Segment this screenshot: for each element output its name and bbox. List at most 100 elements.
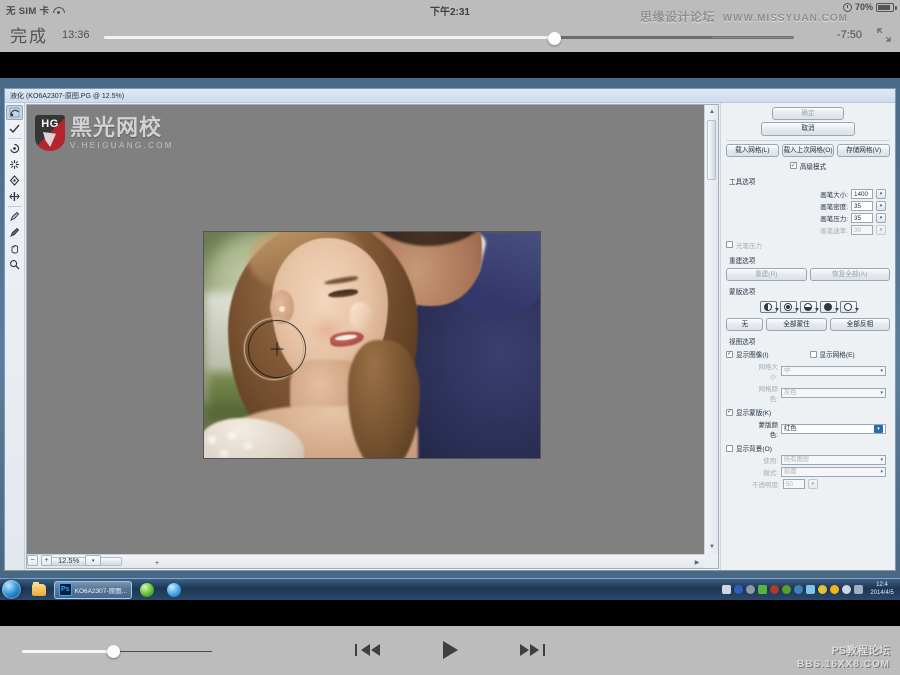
show-mesh-checkbox[interactable] (810, 351, 817, 358)
restore-all-button[interactable]: 恢复全部(A) (810, 268, 891, 281)
show-mask-checkbox[interactable] (726, 409, 733, 416)
ios-player-controls: 完成 13:36 -7:50 (0, 19, 900, 52)
brush-density-row[interactable]: 画笔密度: 35 ▾ (726, 201, 890, 211)
scroll-right-arrow-icon[interactable]: ▶ (690, 555, 704, 569)
save-mesh-button[interactable]: 存储网格(V) (837, 144, 890, 157)
reconstruct-button[interactable]: 重建(R) (726, 268, 807, 281)
mask-invert-button[interactable]: 全部反相 (830, 318, 890, 331)
mask-all-button[interactable]: 全部蒙住 (766, 318, 826, 331)
mesh-size-select[interactable]: 中 ▾ (781, 366, 886, 376)
tray-show-desktop-icon[interactable] (722, 585, 731, 594)
windows-start-orb-icon[interactable] (2, 580, 21, 599)
ok-button[interactable]: 确定 (772, 107, 844, 120)
mask-replace-selection-icon[interactable] (760, 301, 777, 313)
taskbar-explorer[interactable] (27, 581, 51, 599)
photo-preview[interactable] (203, 231, 541, 459)
twirl-clockwise-tool-icon[interactable] (6, 141, 23, 156)
show-mask-row[interactable]: 显示蒙版(K) (726, 407, 890, 417)
liquify-options-panel: 确定 取消 载入网格(L) 载入上次网格(O) 存储网格(V) 高级模式 工具选… (720, 103, 895, 570)
stylus-pressure-row[interactable]: 光笔压力 (726, 240, 890, 250)
tray-input-method-icon[interactable] (854, 585, 863, 594)
show-backdrop-row[interactable]: 显示背景(O) (726, 443, 890, 453)
skip-forward-icon[interactable] (515, 636, 549, 664)
brush-size-stepper[interactable]: ▾ (876, 189, 886, 199)
tray-network-icon[interactable] (734, 585, 743, 594)
zoom-tool-icon[interactable] (6, 257, 23, 272)
skip-back-icon[interactable] (351, 636, 385, 664)
freeze-mask-tool-icon[interactable] (6, 209, 23, 224)
mask-invert-selection-icon[interactable] (840, 301, 857, 313)
tray-qq-icon[interactable] (830, 585, 839, 594)
scroll-down-arrow-icon[interactable]: ▼ (705, 540, 719, 554)
seek-handle[interactable] (548, 32, 561, 45)
zoom-out-button[interactable]: − (27, 555, 38, 566)
brush-density-input[interactable]: 35 (851, 201, 873, 211)
seek-slider[interactable] (104, 33, 794, 42)
mask-add-to-selection-icon[interactable] (780, 301, 797, 313)
load-last-mesh-button[interactable]: 载入上次网格(O) (782, 144, 835, 157)
play-icon[interactable] (433, 636, 467, 664)
liquify-canvas[interactable]: HG 黑光网校 V.HEIGUANG.COM (27, 105, 704, 554)
show-image-label: 显示图像(I) (736, 349, 769, 359)
brush-pressure-stepper[interactable]: ▾ (876, 213, 886, 223)
zoom-in-button[interactable]: + (41, 555, 52, 566)
backdrop-opacity-row: 不透明度: 50 ▾ (726, 479, 890, 489)
brush-pressure-input[interactable]: 35 (851, 213, 873, 223)
mask-color-select[interactable]: 红色 ▾ (781, 424, 886, 434)
brush-size-input[interactable]: 1400 (851, 189, 873, 199)
taskbar-app-blue[interactable] (162, 581, 186, 599)
remaining-time-label: -7:50 (837, 29, 862, 41)
advanced-mode-row[interactable]: 高级模式 (726, 161, 890, 171)
tray-clock[interactable]: 12:4 2014/4/5 (866, 582, 894, 597)
taskbar-photoshop[interactable]: Ps KO6A2307-原图... (54, 581, 132, 599)
mask-none-button[interactable]: 无 (726, 318, 763, 331)
tray-updater-icon[interactable] (782, 585, 791, 594)
tray-antivirus-icon[interactable] (770, 585, 779, 594)
mask-intersect-with-selection-icon[interactable] (820, 301, 837, 313)
mask-subtract-from-selection-icon[interactable] (800, 301, 817, 313)
canvas-vertical-scrollbar[interactable]: ▲ ▼ (704, 105, 718, 554)
canvas-horizontal-scrollbar[interactable]: ◀ ▶ (27, 554, 704, 568)
tray-cloud-icon[interactable] (794, 585, 803, 594)
liquify-canvas-area[interactable]: HG 黑光网校 V.HEIGUANG.COM (26, 104, 719, 569)
show-mesh-label: 显示网格(E) (820, 349, 855, 359)
show-image-row[interactable]: 显示图像(I) (726, 349, 807, 359)
brush-pressure-row[interactable]: 画笔压力: 35 ▾ (726, 213, 890, 223)
brush-size-row[interactable]: 画笔大小: 1400 ▾ (726, 189, 890, 199)
load-mesh-button[interactable]: 载入网格(L) (726, 144, 779, 157)
tray-shield-icon[interactable] (818, 585, 827, 594)
show-backdrop-checkbox[interactable] (726, 445, 733, 452)
stylus-pressure-checkbox[interactable] (726, 241, 733, 248)
show-mask-label: 显示蒙版(K) (736, 407, 771, 417)
zoom-preset-dropdown[interactable]: ▾ (85, 555, 101, 566)
bride-hair-lock (348, 340, 420, 459)
mesh-color-select[interactable]: 灰色 ▾ (781, 388, 886, 398)
brush-density-stepper[interactable]: ▾ (876, 201, 886, 211)
done-button[interactable]: 完成 (10, 22, 48, 47)
thaw-mask-tool-icon[interactable] (6, 225, 23, 240)
expand-arrows-icon[interactable] (876, 27, 892, 43)
elapsed-time-label: 13:36 (62, 29, 90, 41)
cancel-button[interactable]: 取消 (761, 122, 855, 135)
hand-tool-icon[interactable] (6, 241, 23, 256)
show-image-checkbox[interactable] (726, 351, 733, 358)
hg-watermark-text: 黑光网校 V.HEIGUANG.COM (70, 116, 174, 149)
tray-volume-icon[interactable] (842, 585, 851, 594)
advanced-mode-checkbox[interactable] (790, 162, 797, 169)
backdrop-mode-select[interactable]: 前面 ▾ (781, 467, 886, 477)
brush-size-label: 画笔大小: (820, 189, 848, 199)
vertical-scroll-thumb[interactable] (707, 120, 716, 180)
reconstruct-tool-icon[interactable] (6, 121, 23, 136)
backdrop-use-select[interactable]: 所有图层 ▾ (781, 455, 886, 465)
dialog-title: 液化 (KO6A2307-原图.PG @ 12.5%) (5, 89, 895, 103)
bloat-tool-icon[interactable] (6, 173, 23, 188)
show-mesh-row[interactable]: 显示网格(E) (810, 349, 891, 359)
tray-download-icon[interactable] (806, 585, 815, 594)
forward-warp-tool-icon[interactable] (6, 105, 23, 120)
tray-hidden-icon[interactable] (746, 585, 755, 594)
pucker-tool-icon[interactable] (6, 157, 23, 172)
push-left-tool-icon[interactable] (6, 189, 23, 204)
scroll-up-arrow-icon[interactable]: ▲ (705, 105, 719, 119)
taskbar-app-green[interactable] (135, 581, 159, 599)
tray-battery-icon[interactable] (758, 585, 767, 594)
